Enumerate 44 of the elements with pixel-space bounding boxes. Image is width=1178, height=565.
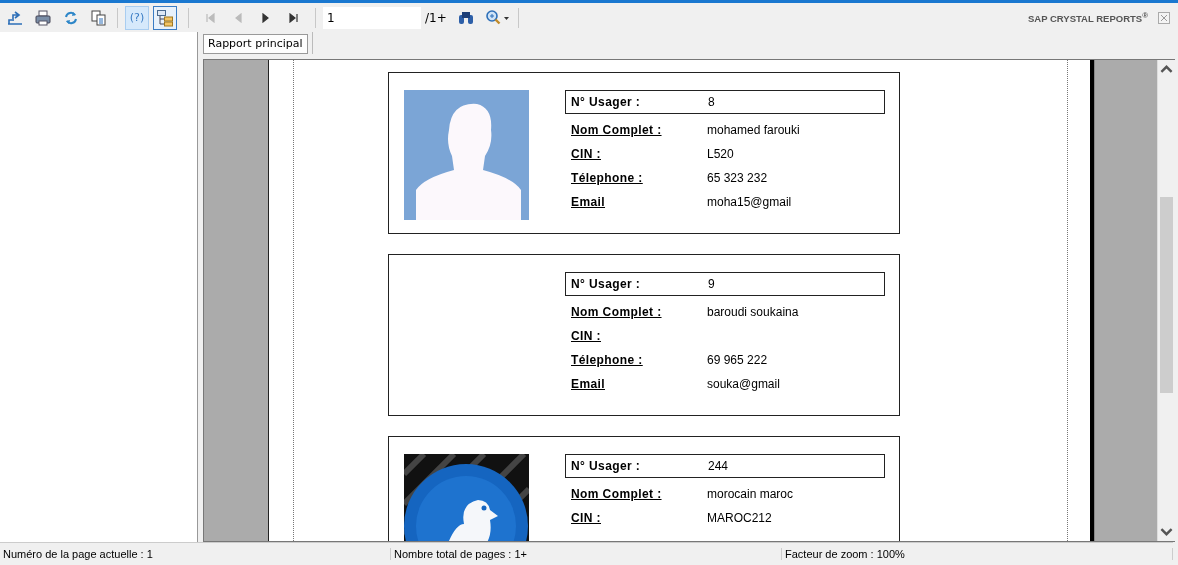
group-tree-button[interactable] bbox=[153, 5, 177, 30]
export-icon[interactable] bbox=[6, 8, 24, 27]
field-label: CIN : bbox=[571, 511, 602, 525]
field-label: Email bbox=[571, 195, 606, 209]
previous-page-icon bbox=[233, 12, 243, 23]
page-total: /1+ bbox=[425, 10, 447, 25]
field-value: 69 965 222 bbox=[707, 353, 768, 367]
field-value: 244 bbox=[708, 459, 729, 473]
status-text: Numéro de la page actuelle : 1 bbox=[0, 548, 391, 560]
field-label: Nom Complet : bbox=[571, 123, 663, 137]
field-value: 65 323 232 bbox=[707, 171, 768, 185]
print-icon[interactable] bbox=[34, 8, 52, 27]
field-value: L520 bbox=[707, 147, 734, 161]
field-value: mohamed farouki bbox=[707, 123, 800, 137]
field-value: 8 bbox=[708, 95, 715, 109]
report-tab[interactable]: Rapport principal bbox=[203, 34, 308, 54]
next-page-icon bbox=[261, 12, 271, 23]
help-button[interactable]: (?) bbox=[125, 5, 149, 30]
page-number-field[interactable]: 1 bbox=[323, 6, 421, 29]
field-label: CIN : bbox=[571, 147, 602, 161]
last-page-icon bbox=[289, 12, 299, 23]
field-label: Télephone : bbox=[571, 171, 644, 185]
field-value: baroudi soukaina bbox=[707, 305, 799, 319]
close-icon[interactable] bbox=[1158, 11, 1170, 24]
zoom-icon[interactable] bbox=[484, 8, 511, 27]
field-value: souka@gmail bbox=[707, 377, 780, 391]
field-label: N° Usager : bbox=[571, 95, 642, 109]
field-value: morocain maroc bbox=[707, 487, 794, 501]
field-label: Nom Complet : bbox=[571, 487, 663, 501]
field-value: 9 bbox=[708, 277, 715, 291]
field-value: MAROC212 bbox=[707, 511, 772, 525]
field-value: moha15@gmail bbox=[707, 195, 792, 209]
copy-icon[interactable] bbox=[90, 8, 108, 27]
field-label: Email bbox=[571, 377, 606, 391]
first-page-icon bbox=[205, 12, 215, 23]
vertical-scrollbar[interactable] bbox=[1157, 60, 1175, 541]
status-text: Facteur de zoom : 100% bbox=[782, 548, 1173, 560]
field-label: N° Usager : bbox=[571, 459, 642, 473]
status-text: Nombre total de pages : 1+ bbox=[391, 548, 782, 560]
brand-label: SAP CRYSTAL REPORTS$^{®}$ bbox=[1027, 10, 1148, 25]
field-label: Nom Complet : bbox=[571, 305, 663, 319]
field-label: Télephone : bbox=[571, 353, 644, 367]
field-label: CIN : bbox=[571, 329, 602, 343]
field-label: N° Usager : bbox=[571, 277, 642, 291]
